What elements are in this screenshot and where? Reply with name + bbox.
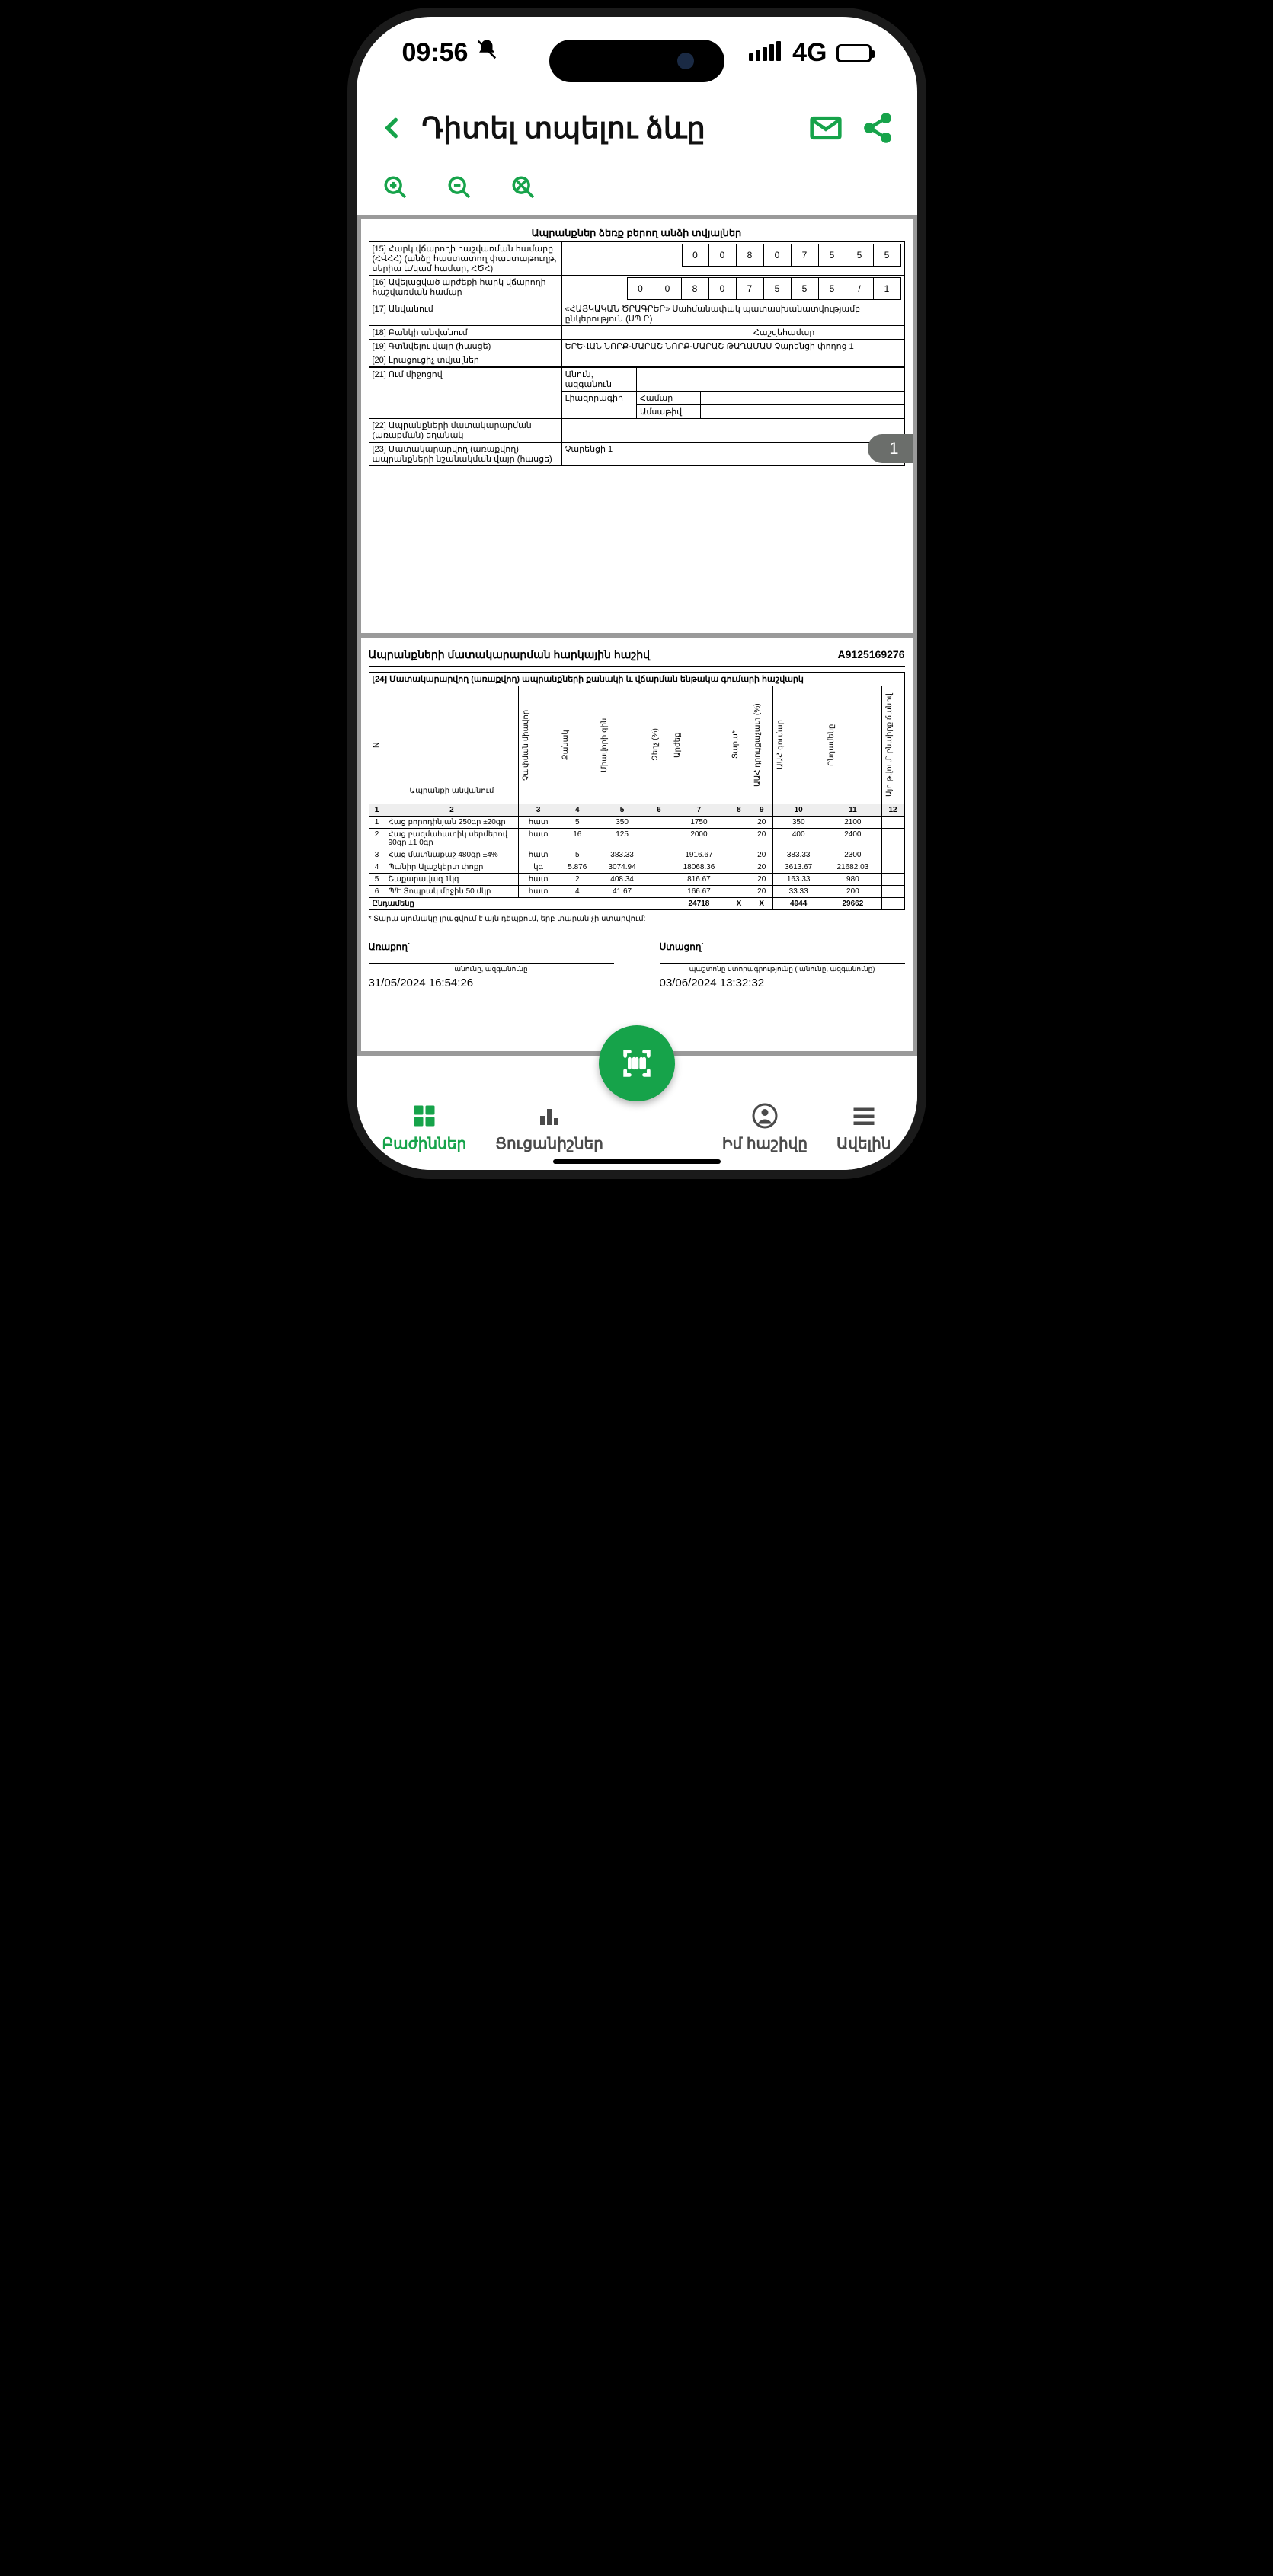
table-row: 2Հաց բազմահատիկ սերմերով 90գր ±1 0գրհատ1… xyxy=(369,829,904,849)
app-header: Դիտել տպելու ձևը xyxy=(357,89,917,167)
invoice-number: A9125169276 xyxy=(838,648,905,661)
silent-icon xyxy=(475,38,498,68)
nav-account[interactable]: Իմ հաշիվը xyxy=(722,1102,808,1153)
table-row: 1Հաց բորոդինյան 250գր ±20գրհատ5350175020… xyxy=(369,817,904,829)
network-label: 4G xyxy=(792,38,827,68)
bottom-nav: Բաժիններ Ցուցանիշներ Իմ հաշիվը Ավելին xyxy=(357,1056,917,1170)
section2-title: Ապրանքների մատակարարման հարկային հաշիվ xyxy=(369,648,651,661)
zoom-in-button[interactable] xyxy=(382,174,408,204)
home-indicator[interactable] xyxy=(553,1159,721,1164)
status-time: 09:56 xyxy=(402,38,469,68)
nav-indicators[interactable]: Ցուցանիշներ xyxy=(495,1102,603,1153)
back-button[interactable] xyxy=(379,110,404,145)
table-row: 3Հաց մատնաքաշ 480գր ±4%հատ5383.331916.67… xyxy=(369,849,904,861)
document-page-1: Ապրանքներ ձեռք բերող անձի տվյալներ [15] … xyxy=(361,219,913,633)
document-viewer[interactable]: Ապրանքներ ձեռք բերող անձի տվյալներ [15] … xyxy=(357,215,917,1056)
section1-title: Ապրանքներ ձեռք բերող անձի տվյալներ xyxy=(369,227,905,239)
share-icon[interactable] xyxy=(861,111,894,145)
row16-digits: 0 0 8 0 7 5 5 5 / 1 xyxy=(565,277,901,300)
battery-icon xyxy=(836,44,872,62)
page-title: Դիտել տպելու ձևը xyxy=(422,111,791,145)
row15-digits: 0 0 8 0 7 5 5 5 xyxy=(565,244,901,267)
nav-sections[interactable]: Բաժիններ xyxy=(382,1102,467,1153)
mail-icon[interactable] xyxy=(809,111,843,145)
table-row: 5Շաքարավազ 1կգհատ2408.34816.6720163.3398… xyxy=(369,874,904,886)
scan-fab[interactable] xyxy=(599,1025,675,1101)
footnote: * Տարա սյունակը լրացվում է այն դեպքում, … xyxy=(369,915,905,923)
page-number-tab[interactable]: 1 xyxy=(868,434,912,463)
table-row: 4Պանիր Ալաշկերտ փոքրկգ5.8763074.9418068.… xyxy=(369,861,904,874)
document-page-2: Ապրանքների մատակարարման հարկային հաշիվ A… xyxy=(361,638,913,1051)
zoom-reset-button[interactable] xyxy=(510,174,536,204)
table-row: 6Պ/Է Տոպրակ միջին 50 մկրհատ441.67166.672… xyxy=(369,886,904,898)
zoom-toolbar xyxy=(357,167,917,215)
signal-icon xyxy=(749,38,783,68)
nav-more[interactable]: Ավելին xyxy=(836,1102,891,1153)
zoom-out-button[interactable] xyxy=(446,174,472,204)
